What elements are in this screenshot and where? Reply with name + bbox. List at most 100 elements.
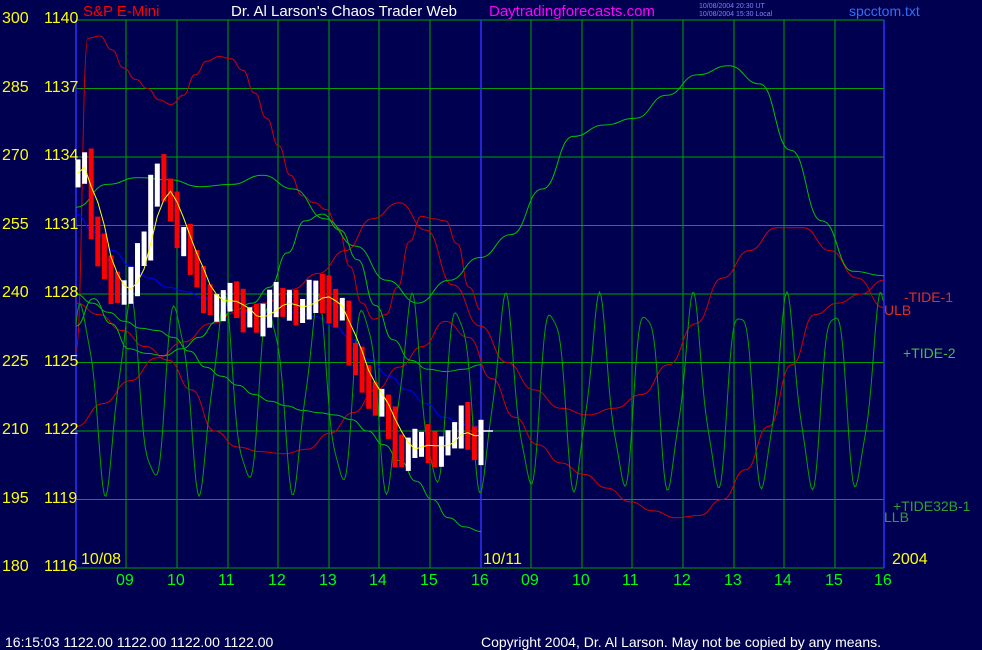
y-tick-label-price: 1140 — [44, 10, 79, 27]
x-tick-label-hour: 16 — [471, 572, 489, 589]
price-bar — [234, 281, 240, 318]
y-tick-label-left: 240 — [2, 284, 29, 301]
price-bar — [419, 431, 424, 457]
y-tick-label-price: 1125 — [44, 352, 79, 370]
x-tick-label-hour: 09 — [116, 572, 134, 589]
price-bar — [280, 287, 286, 317]
date-label-start: 10/08 — [81, 551, 122, 568]
y-tick-label-left: 300 — [2, 10, 29, 27]
price-bar — [438, 436, 444, 467]
x-tick-label-hour: 09 — [521, 572, 539, 589]
moving-average-line — [77, 166, 481, 450]
price-bar — [267, 289, 273, 328]
last-quote: 16:15:03 1122.00 1122.00 1122.00 1122.00 — [5, 634, 274, 650]
price-bar — [253, 303, 259, 333]
x-tick-label-hour: 10 — [572, 572, 590, 589]
y-tick-label-price: 1119 — [44, 489, 78, 507]
x-tick-label-hour: 12 — [268, 572, 286, 589]
price-bar — [346, 300, 352, 366]
y-tick-label-left: 210 — [2, 421, 29, 438]
price-bar — [135, 243, 140, 297]
x-tick-label-hour: 13 — [319, 572, 337, 589]
price-bar — [128, 266, 134, 304]
y-tick-label-price: 1131 — [44, 215, 79, 233]
x-tick-label-hour: 14 — [369, 572, 387, 589]
chart-title: Dr. Al Larson's Chaos Trader Web — [231, 3, 458, 20]
price-bar — [432, 431, 438, 468]
x-tick-label-hour: 10 — [167, 572, 185, 589]
price-bar — [353, 342, 358, 375]
price-bar — [181, 227, 187, 257]
price-bar — [88, 148, 94, 240]
price-bars — [75, 148, 484, 471]
price-bar — [319, 273, 325, 313]
price-bar — [366, 365, 372, 409]
date-label-mid: 10/11 — [483, 551, 522, 568]
x-tick-label-hour: 11 — [218, 572, 235, 589]
tide-curve-red — [75, 279, 885, 519]
price-bar — [214, 294, 220, 322]
price-bar — [478, 419, 484, 466]
timestamp-ut: 10/08/2004 20:30 UT — [699, 3, 765, 10]
y-tick-label-left: 195 — [2, 489, 29, 507]
price-bar — [220, 290, 226, 322]
price-bar — [260, 303, 266, 337]
y-tick-label-price: 1128 — [44, 284, 79, 301]
price-bar — [240, 288, 246, 333]
price-bar — [227, 282, 233, 312]
price-bar — [326, 275, 332, 324]
data-file-label: spcctom.txt — [849, 3, 920, 19]
copyright: Copyright 2004, Dr. Al Larson. May not b… — [481, 634, 882, 650]
x-tick-label-hour: 15 — [825, 572, 843, 589]
price-bar — [399, 434, 405, 468]
x-tick-label-hour: 16 — [874, 572, 892, 589]
price-bar — [458, 405, 464, 449]
series-label-llb: LLB — [884, 509, 909, 525]
series-label-minus-tide-1: -TIDE-1 — [904, 289, 953, 305]
timestamp-local: 10/08/2004 15:30 Local — [699, 11, 773, 18]
x-tick-label-hour: 15 — [420, 572, 438, 589]
y-tick-label-price: 1122 — [44, 421, 79, 438]
series-label-plus-tide-2: +TIDE-2 — [903, 345, 956, 361]
price-bar — [194, 250, 200, 288]
price-bar — [101, 233, 107, 280]
tide-curve-red — [75, 202, 885, 427]
price-bar — [465, 402, 471, 450]
y-tick-label-price: 1116 — [44, 558, 78, 575]
price-bar — [452, 422, 458, 449]
price-bar — [154, 163, 160, 207]
price-bar — [95, 216, 101, 267]
y-tick-label-left: 225 — [2, 352, 29, 370]
y-tick-label-left: 180 — [2, 558, 29, 575]
price-bar — [471, 426, 477, 461]
price-bar — [148, 174, 154, 261]
x-tick-label-hour: 11 — [622, 572, 639, 589]
site-link[interactable]: Daytradingforecasts.com — [489, 4, 655, 19]
moving-average — [77, 166, 493, 450]
instrument-label: S&P E-Mini — [83, 3, 160, 20]
price-bar — [293, 290, 299, 326]
y-tick-label-price: 1137 — [44, 78, 79, 96]
price-bar — [161, 154, 167, 202]
y-tick-label-left: 270 — [2, 147, 29, 164]
price-bar — [121, 280, 127, 305]
price-bar — [359, 346, 365, 393]
x-tick-label-hour: 14 — [774, 572, 792, 589]
x-tick-label-hour: 13 — [724, 572, 742, 589]
price-bar — [306, 279, 312, 320]
series-label-ulb: ULB — [884, 302, 912, 318]
y-tick-label-left: 255 — [2, 215, 29, 233]
year-label: 2004 — [892, 551, 928, 568]
price-bar — [372, 381, 378, 416]
price-bar — [300, 299, 306, 323]
y-tick-label-left: 285 — [2, 78, 29, 96]
price-bar — [168, 178, 173, 222]
price-bar — [313, 280, 319, 313]
price-bar — [207, 284, 213, 316]
price-bar — [445, 430, 451, 456]
price-bar — [425, 424, 431, 463]
y-tick-label-price: 1134 — [44, 147, 79, 164]
price-bar — [412, 428, 418, 458]
x-tick-label-hour: 12 — [673, 572, 691, 589]
price-bar — [333, 288, 339, 328]
